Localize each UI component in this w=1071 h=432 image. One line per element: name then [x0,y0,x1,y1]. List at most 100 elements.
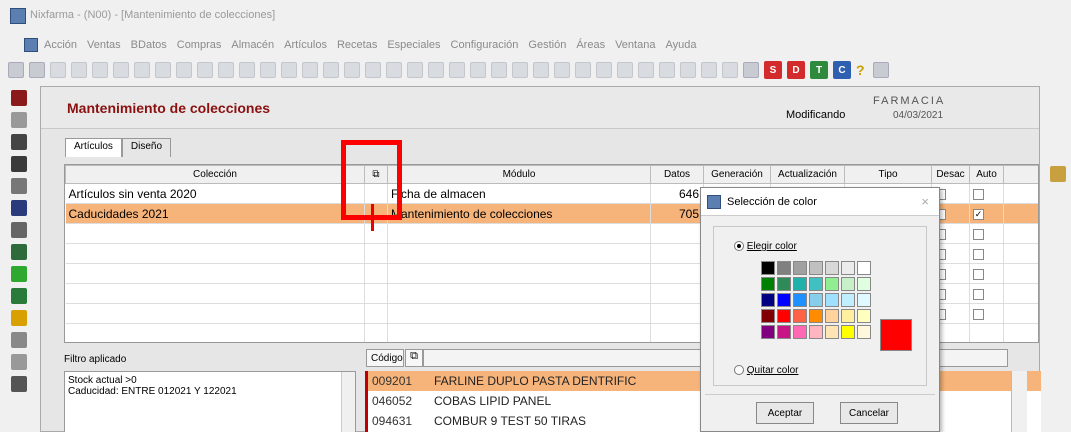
refresh-icon[interactable] [11,288,27,304]
filter-icon[interactable] [11,156,27,172]
grid-icon[interactable] [11,354,27,370]
box-icon[interactable] [11,178,27,194]
column-header-coleccion[interactable]: Colección [65,165,365,184]
color-swatch[interactable] [809,325,823,339]
toolbar-button-icon[interactable] [596,62,612,78]
list-icon[interactable] [11,244,27,260]
toolbar-button-icon[interactable] [701,62,717,78]
menu-item[interactable]: Ayuda [665,39,696,51]
column-header-tipo[interactable]: Tipo [844,165,932,184]
chart-icon[interactable] [11,332,27,348]
remove-color-radio[interactable] [734,365,744,376]
menu-item[interactable]: Especiales [387,39,440,51]
color-swatch[interactable] [809,261,823,275]
color-swatch[interactable] [777,325,791,339]
color-swatch[interactable] [777,261,791,275]
color-swatch[interactable] [841,293,855,307]
menu-item[interactable]: Ventana [615,39,655,51]
remove-color-label[interactable]: Quitar color [747,365,799,376]
toolbar-button-icon[interactable] [134,62,150,78]
remove-color-option[interactable]: Quitar color [734,365,798,376]
color-swatch[interactable] [777,293,791,307]
color-swatch[interactable] [761,277,775,291]
search-icon[interactable] [11,134,27,150]
color-swatch[interactable] [809,293,823,307]
tab-diseno[interactable]: Diseño [121,138,172,157]
toolbar-button-icon[interactable] [512,62,528,78]
choose-color-radio[interactable] [734,241,744,252]
column-header-generacion[interactable]: Generación [703,165,771,184]
auto-checkbox[interactable] [973,308,984,320]
cell-auto[interactable] [969,183,1004,204]
color-swatch[interactable] [793,277,807,291]
accept-button[interactable]: Aceptar [756,402,814,424]
cancel-button[interactable]: Cancelar [840,402,898,424]
toolbar-button-icon[interactable] [407,62,423,78]
lock-icon[interactable] [1050,166,1066,182]
column-header-auto[interactable]: Auto [969,165,1004,184]
menu-item[interactable]: Configuración [451,39,519,51]
color-swatch[interactable] [809,309,823,323]
toolbar-button-icon[interactable] [491,62,507,78]
cell-coleccion[interactable]: Caducidades 2021 [65,203,365,224]
warning-icon[interactable] [11,310,27,326]
toolbar-button-icon[interactable] [323,62,339,78]
color-swatch[interactable] [761,293,775,307]
auto-checkbox[interactable] [973,228,984,240]
menu-item[interactable]: Gestión [528,39,566,51]
menu-item[interactable]: BDatos [131,39,167,51]
copy-code-icon[interactable]: ⧉ [405,349,423,367]
color-swatch[interactable] [793,325,807,339]
toolbar-button-icon[interactable] [449,62,465,78]
color-swatch[interactable] [761,309,775,323]
toolbar-button-icon[interactable] [50,62,66,78]
toolbar-button-icon[interactable] [617,62,633,78]
tools-icon[interactable] [11,222,27,238]
toolbar-button-icon[interactable] [659,62,675,78]
c-shortcut-icon[interactable]: C [833,61,851,79]
color-swatch[interactable] [857,309,871,323]
menu-item[interactable]: Recetas [337,39,377,51]
toolbar-button-icon[interactable] [155,62,171,78]
s-shortcut-icon[interactable]: S [764,61,782,79]
color-swatch[interactable] [793,309,807,323]
menu-item[interactable]: Ventas [87,39,121,51]
menu-item[interactable]: Almacén [231,39,274,51]
color-swatch[interactable] [841,325,855,339]
toolbar-button-icon[interactable] [365,62,381,78]
column-header-desac[interactable]: Desac [931,165,970,184]
color-swatch[interactable] [841,261,855,275]
t-shortcut-icon[interactable]: T [810,61,828,79]
add-icon[interactable] [11,266,27,282]
auto-checkbox[interactable] [973,288,984,300]
color-swatch[interactable] [825,261,839,275]
user-icon[interactable] [873,62,889,78]
cell-modulo[interactable]: Mantenimiento de colecciones [387,203,651,224]
toolbar-button-icon[interactable] [428,62,444,78]
cell-datos[interactable]: 705 [650,203,704,224]
filter-box[interactable]: Stock actual >0 Caducidad: ENTRE 012021 … [64,371,356,432]
column-header-modulo[interactable]: Módulo [387,165,651,184]
auto-checkbox[interactable] [973,268,984,280]
toolbar-button-icon[interactable] [302,62,318,78]
cell-datos[interactable]: 646 [650,183,704,204]
color-swatch[interactable] [777,309,791,323]
cell-coleccion[interactable]: Artículos sin venta 2020 [65,183,365,204]
choose-color-label[interactable]: Elegir color [747,241,797,252]
toolbar-button-icon[interactable] [386,62,402,78]
color-swatch[interactable] [841,309,855,323]
menu-item[interactable]: Compras [177,39,222,51]
menu-item[interactable]: Áreas [576,39,605,51]
tab-articulos[interactable]: Artículos [65,138,122,157]
toolbar-button-icon[interactable] [554,62,570,78]
auto-checkbox[interactable]: ✓ [973,208,984,220]
table-icon[interactable] [11,376,27,392]
toolbar-button-icon[interactable] [722,62,738,78]
toolbar-button-icon[interactable] [260,62,276,78]
toolbar-button-icon[interactable] [71,62,87,78]
auto-checkbox[interactable] [973,188,984,200]
toolbar-button-icon[interactable] [470,62,486,78]
toolbar-button-icon[interactable] [638,62,654,78]
toolbar-button-icon[interactable] [575,62,591,78]
toolbar-button-icon[interactable] [113,62,129,78]
